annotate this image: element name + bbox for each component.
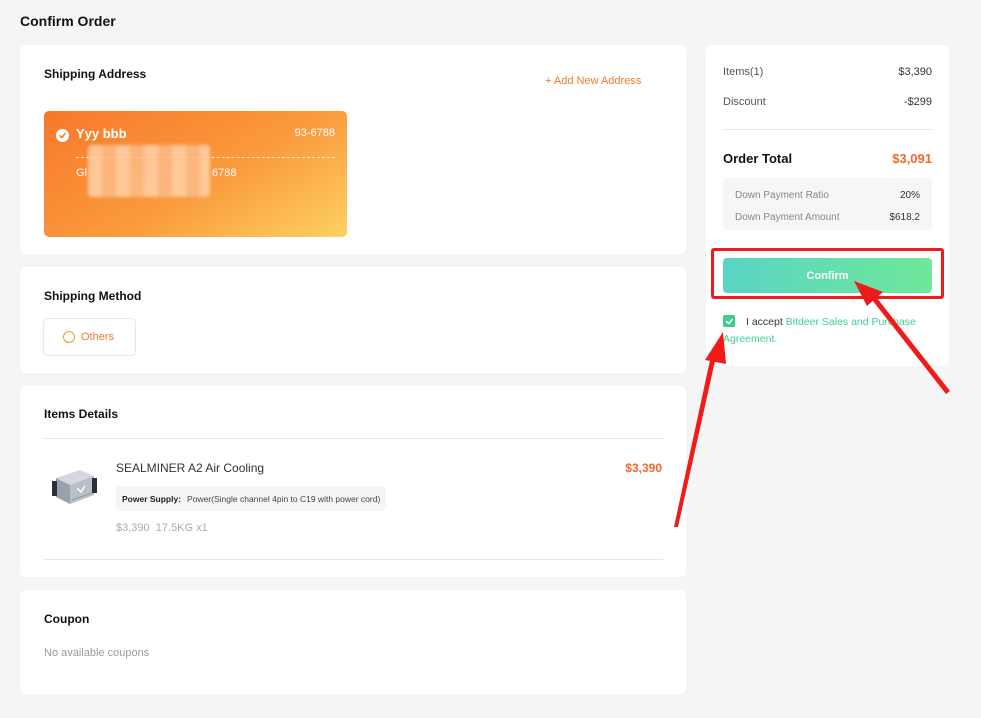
shipping-option-label: Others: [81, 331, 115, 343]
shipping-method-card: Shipping Method Others: [20, 267, 686, 373]
order-total-row: Order Total $3,091: [723, 151, 932, 166]
redacted-address-blur: [88, 145, 210, 197]
agreement-prefix: I accept: [746, 316, 786, 328]
agreement-checkbox[interactable]: [723, 315, 735, 327]
agreement-text: I accept Bitdeer Sales and Purchase Agre…: [723, 314, 935, 348]
coupon-empty-text: No available coupons: [44, 647, 150, 659]
down-payment-ratio-row: Down Payment Ratio 20%: [735, 190, 920, 201]
summary-divider: [723, 129, 932, 130]
order-total-label: Order Total: [723, 151, 793, 166]
recipient-name: Yyy bbb: [76, 126, 127, 141]
discount-value: -$299: [903, 96, 932, 108]
order-summary-card: Items(1) $3,390 Discount -$299 Order Tot…: [706, 45, 949, 366]
shipping-address-card: Shipping Address + Add New Address Yyy b…: [20, 45, 686, 254]
shipping-method-title: Shipping Method: [44, 289, 142, 303]
shipping-address-title: Shipping Address: [44, 67, 147, 81]
address-tile-selected[interactable]: Yyy bbb 93-6788 Gl 6788: [44, 111, 347, 237]
add-new-address-link[interactable]: + Add New Address: [545, 75, 641, 87]
down-payment-ratio-value: 20%: [899, 190, 920, 201]
miner-product-image: [50, 464, 98, 508]
product-meta: $3,390 17.5KG x1: [116, 522, 208, 534]
address-line-prefix: Gl: [76, 167, 87, 179]
items-bottom-divider: [43, 559, 663, 560]
product-name: SEALMINER A2 Air Cooling: [116, 461, 265, 475]
product-price: $3,390: [625, 461, 662, 475]
down-payment-amount-row: Down Payment Amount $618.2: [735, 212, 920, 223]
items-count-label: Items(1): [723, 66, 764, 78]
items-details-title: Items Details: [44, 407, 119, 421]
order-total-value: $3,091: [892, 151, 932, 166]
coupon-title: Coupon: [44, 612, 90, 626]
spec-value: Power(Single channel 4pin to C19 with po…: [187, 493, 381, 504]
spec-label: Power Supply:: [122, 493, 182, 504]
items-top-divider: [43, 438, 663, 439]
down-payment-amount-value: $618.2: [889, 212, 920, 223]
check-circle-icon: [56, 129, 69, 142]
page-title: Confirm Order: [20, 13, 116, 29]
items-details-card: Items Details SEALMINER A2 Air Cooling $…: [20, 386, 686, 577]
discount-row: Discount -$299: [723, 96, 932, 108]
annotation-highlight-box: [711, 248, 944, 299]
radio-icon: [63, 331, 75, 343]
address-line-suffix: 6788: [212, 167, 237, 179]
down-payment-ratio-label: Down Payment Ratio: [735, 190, 829, 201]
power-supply-spec: Power Supply: Power(Single channel 4pin …: [116, 486, 387, 511]
items-count-value: $3,390: [898, 66, 932, 78]
discount-label: Discount: [723, 96, 766, 108]
items-count-row: Items(1) $3,390: [723, 66, 932, 78]
shipping-option-others[interactable]: Others: [43, 318, 136, 356]
coupon-card: Coupon No available coupons: [20, 590, 686, 694]
down-payment-box: Down Payment Ratio 20% Down Payment Amou…: [723, 178, 932, 230]
checkmark-icon: [725, 318, 733, 324]
down-payment-amount-label: Down Payment Amount: [735, 212, 840, 223]
recipient-phone: 93-6788: [294, 127, 335, 139]
